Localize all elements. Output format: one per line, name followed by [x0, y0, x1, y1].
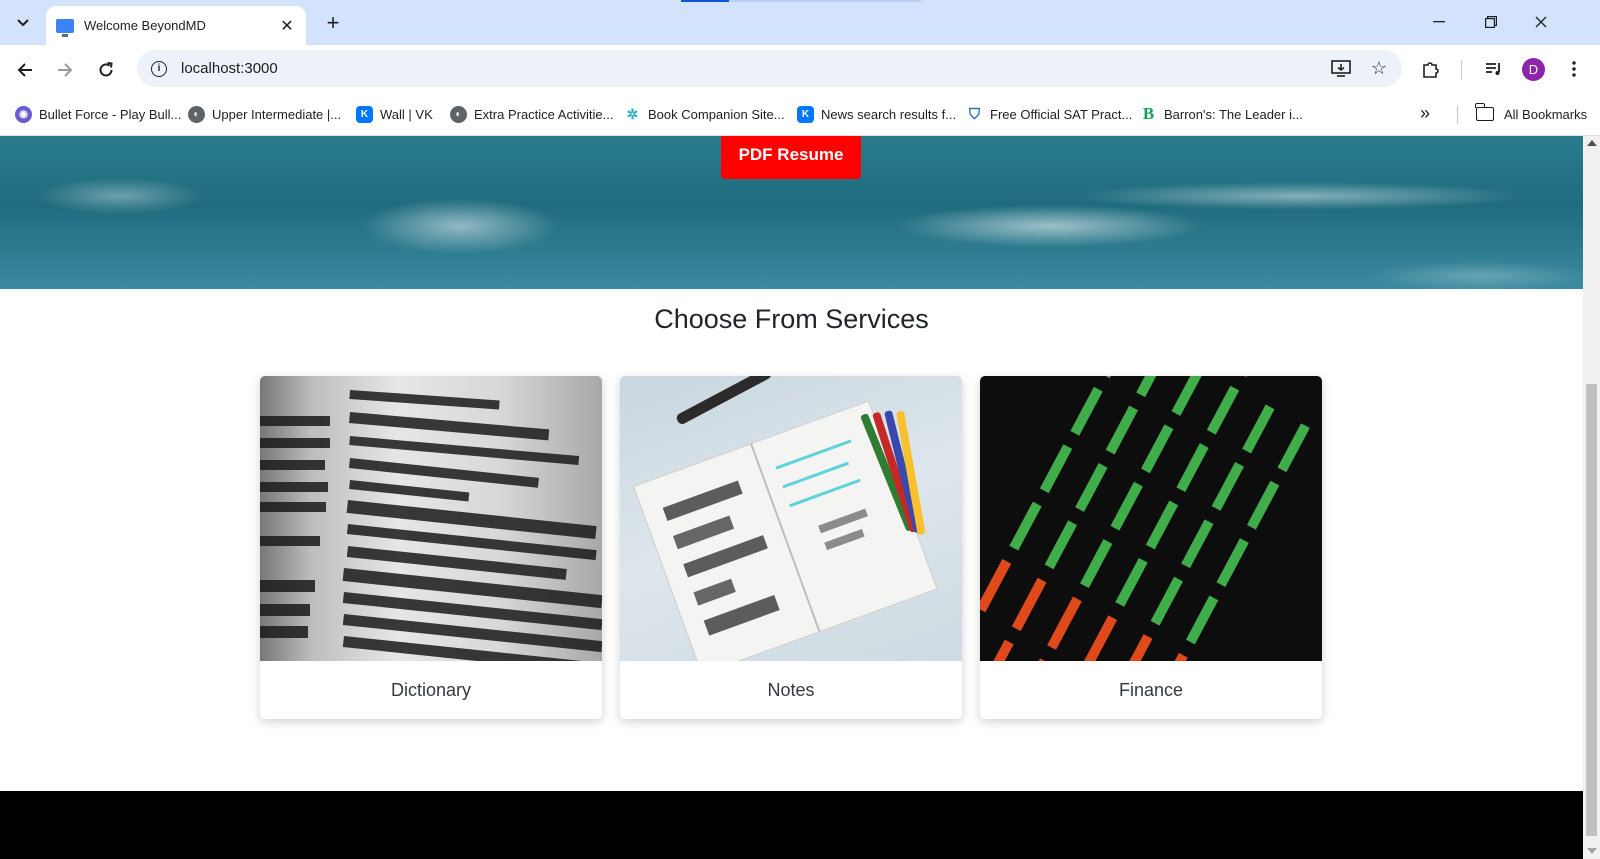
- arrow-left-icon: [17, 63, 32, 77]
- browser-menu-button[interactable]: [1558, 53, 1590, 85]
- puzzle-icon: [1423, 62, 1439, 78]
- globe-icon: ◐: [450, 105, 467, 123]
- bookmark-item[interactable]: B Barron's: The Leader i...: [1140, 103, 1303, 125]
- finance-image: [980, 376, 1322, 661]
- url-text[interactable]: localhost:3000: [181, 60, 1326, 77]
- tab-title: Welcome BeyondMD: [84, 18, 206, 33]
- bookmark-label: Upper Intermediate |...: [212, 106, 342, 122]
- scroll-down-arrow-icon[interactable]: [1587, 848, 1597, 854]
- site-info-icon[interactable]: i: [151, 60, 167, 77]
- restore-icon: [1485, 16, 1497, 28]
- bookmark-label: News search results f...: [821, 106, 957, 122]
- extensions-button[interactable]: [1415, 53, 1447, 85]
- tab-strip: Welcome BeyondMD ✕ +: [0, 0, 1600, 45]
- dictionary-image: [260, 376, 602, 661]
- toolbar-divider: [1461, 60, 1462, 80]
- page-footer: [0, 791, 1583, 859]
- arrow-right-icon: [58, 63, 73, 77]
- back-button[interactable]: [8, 53, 42, 87]
- more-bookmarks-icon[interactable]: »: [1420, 103, 1430, 124]
- bookmarks-bar: ◉ Bullet Force - Play Bull... ◐ Upper In…: [0, 93, 1600, 136]
- services-heading: Choose From Services: [654, 304, 929, 334]
- service-label: Finance: [1118, 679, 1184, 700]
- close-tab-icon[interactable]: ✕: [278, 17, 296, 35]
- bookmark-item[interactable]: ✲ Book Companion Site...: [624, 103, 785, 125]
- restore-button[interactable]: [1468, 6, 1514, 38]
- tab-search-button[interactable]: [8, 8, 38, 38]
- bookmarks-divider: [1457, 106, 1458, 124]
- all-bookmarks-label: All Bookmarks: [1504, 106, 1588, 122]
- active-tab[interactable]: Welcome BeyondMD ✕: [46, 6, 306, 45]
- browser-toolbar: i localhost:3000 ☆ D: [0, 45, 1600, 93]
- all-bookmarks-button[interactable]: All Bookmarks: [1475, 103, 1588, 125]
- pdf-resume-button[interactable]: PDF Resume: [721, 136, 861, 179]
- bookmark-item[interactable]: K Wall | VK: [356, 103, 433, 125]
- reload-button[interactable]: [89, 53, 123, 87]
- install-app-icon[interactable]: [1326, 54, 1356, 84]
- close-window-button[interactable]: [1518, 6, 1564, 38]
- kebab-menu-icon: [1572, 61, 1576, 77]
- new-tab-button[interactable]: +: [318, 8, 348, 38]
- chevron-down-icon: [17, 19, 29, 27]
- vk-icon: K: [797, 105, 814, 123]
- monitor-icon: [56, 18, 74, 37]
- service-card-finance[interactable]: Finance: [980, 376, 1322, 719]
- reload-icon: [99, 62, 113, 77]
- minimize-icon: [1433, 21, 1445, 23]
- address-bar[interactable]: i localhost:3000 ☆: [137, 50, 1402, 87]
- profile-avatar[interactable]: D: [1522, 58, 1545, 81]
- notes-image: [620, 376, 962, 661]
- tab-progress-indicator: [681, 0, 729, 2]
- bookmark-label: Book Companion Site...: [648, 106, 785, 122]
- page-viewport: PDF Resume Choose From Services Dictiona…: [0, 136, 1583, 859]
- playlist-icon: [1486, 63, 1500, 75]
- notebook-markers-illustration: [632, 376, 938, 661]
- scrollbar-thumb[interactable]: [1586, 384, 1597, 836]
- service-card-dictionary[interactable]: Dictionary: [260, 376, 602, 719]
- page-scrollbar[interactable]: [1583, 136, 1600, 859]
- forward-button[interactable]: [48, 53, 82, 87]
- tab-progress-track: [729, 0, 921, 2]
- minimize-button[interactable]: [1416, 6, 1462, 38]
- bookmark-label: Wall | VK: [380, 106, 433, 122]
- media-control-button[interactable]: [1478, 53, 1510, 85]
- close-icon: [1535, 16, 1547, 28]
- dictionary-page-illustration: [260, 390, 602, 661]
- vk-icon: K: [356, 105, 373, 123]
- service-label: Dictionary: [390, 679, 472, 700]
- bookmark-label: Free Official SAT Pract...: [990, 106, 1133, 122]
- bookmark-label: Barron's: The Leader i...: [1164, 106, 1303, 122]
- star-bookmark-icon[interactable]: ☆: [1364, 54, 1394, 84]
- service-label: Notes: [767, 679, 815, 700]
- bulletforce-icon: ◉: [15, 105, 32, 123]
- bookmark-item[interactable]: K News search results f...: [797, 103, 956, 125]
- bookmark-label: Extra Practice Activitie...: [474, 106, 614, 122]
- barrons-icon: B: [1140, 104, 1157, 123]
- bookmark-item[interactable]: ◐ Extra Practice Activitie...: [450, 103, 613, 125]
- service-card-notes[interactable]: Notes: [620, 376, 962, 719]
- scroll-up-arrow-icon[interactable]: [1587, 140, 1597, 146]
- bookmark-label: Bullet Force - Play Bull...: [39, 106, 182, 122]
- sparkle-icon: ✲: [624, 105, 641, 123]
- shield-icon: ⛉: [966, 105, 983, 123]
- folder-icon: [1475, 103, 1494, 121]
- globe-icon: ◐: [188, 105, 205, 123]
- bookmark-item[interactable]: ◐ Upper Intermediate |...: [188, 103, 341, 125]
- bookmark-item[interactable]: ◉ Bullet Force - Play Bull...: [15, 103, 181, 125]
- bookmark-item[interactable]: ⛉ Free Official SAT Pract...: [966, 103, 1132, 125]
- stock-ticker-board-illustration: [980, 376, 1310, 661]
